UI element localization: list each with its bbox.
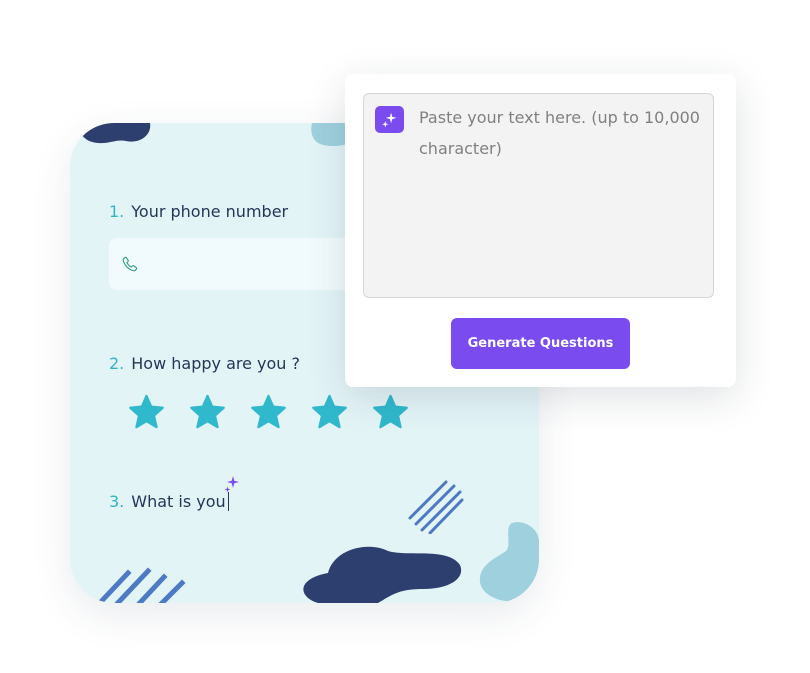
star-icon[interactable] [310, 393, 349, 432]
question-2: 2. How happy are you ? [109, 354, 300, 373]
star-rating [127, 393, 410, 432]
generate-questions-button[interactable]: Generate Questions [451, 318, 630, 369]
light-blob-top-right [311, 123, 350, 146]
question-generator-panel: Paste your text here. (up to 10,000 char… [345, 74, 736, 387]
stripes-bottom-left [96, 567, 186, 603]
question-number: 2. [109, 354, 125, 373]
star-icon[interactable] [371, 393, 410, 432]
sparkle-icon [224, 476, 239, 493]
source-text-input[interactable]: Paste your text here. (up to 10,000 char… [363, 93, 714, 298]
question-label-typing[interactable]: What is you [131, 492, 229, 511]
stripes-right [408, 480, 464, 534]
text-cursor [227, 492, 229, 511]
star-icon[interactable] [249, 393, 288, 432]
question-label: How happy are you ? [131, 354, 301, 373]
phone-icon [122, 256, 138, 272]
light-blob-bottom-right [479, 522, 539, 603]
question-3: 3. What is you [109, 492, 229, 511]
question-number: 3. [109, 492, 125, 511]
question-1: 1. Your phone number [109, 202, 288, 221]
star-icon[interactable] [127, 393, 166, 432]
dark-blob-bottom [303, 546, 462, 603]
dark-blob-top-left [79, 123, 151, 144]
question-number: 1. [109, 202, 125, 221]
text-input-placeholder: Paste your text here. (up to 10,000 char… [419, 108, 700, 158]
ai-sparkle-icon [375, 106, 404, 133]
question-label: Your phone number [131, 202, 289, 221]
star-icon[interactable] [188, 393, 227, 432]
